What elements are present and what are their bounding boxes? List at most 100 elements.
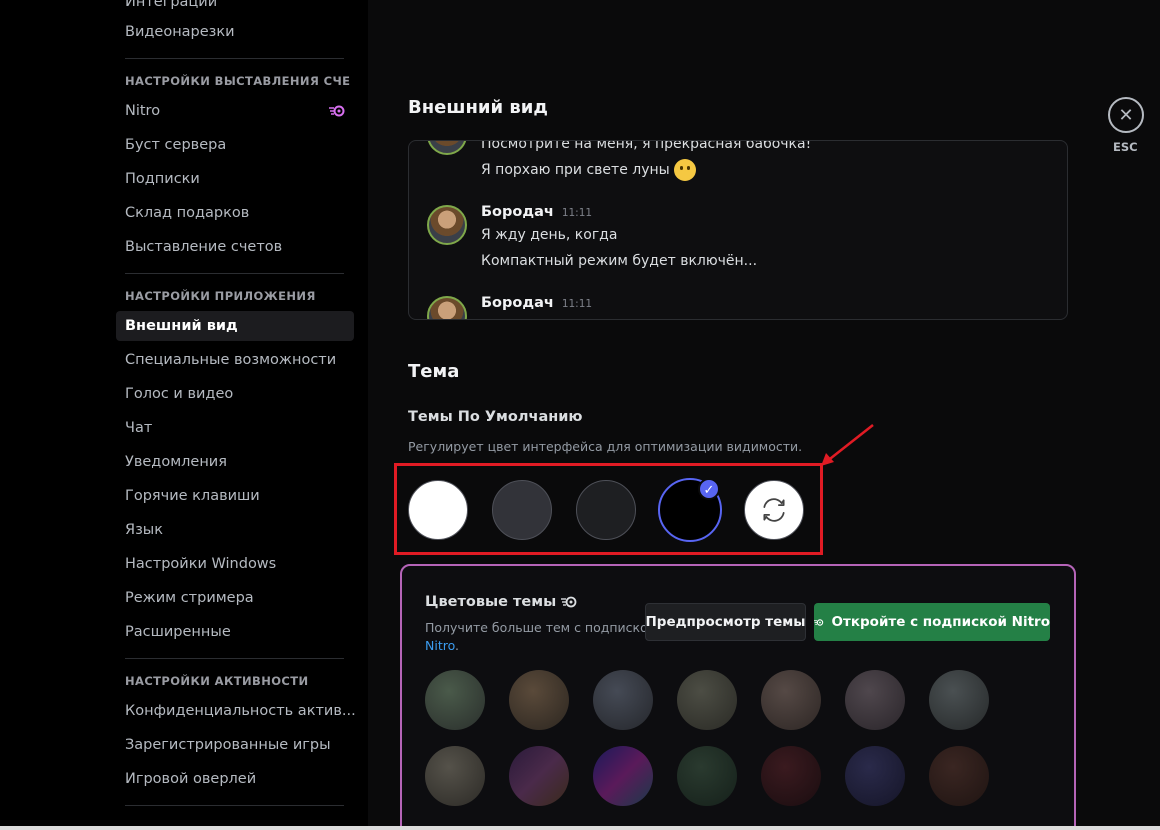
color-theme-swatch[interactable] (593, 746, 653, 806)
unlock-nitro-label: Откройте с подпиской Nitro (831, 614, 1050, 630)
annotation-arrow-icon (821, 424, 874, 466)
sidebar-item-subscriptions[interactable]: Подписки (116, 164, 354, 194)
window-bottom-edge (0, 826, 1160, 830)
avatar (427, 141, 467, 155)
sidebar-item-notifications[interactable]: Уведомления (116, 447, 354, 477)
page-title: Внешний вид (408, 97, 548, 118)
sidebar-item-label: Подписки (125, 171, 200, 187)
theme-section-title: Тема (408, 361, 460, 382)
sidebar-item-label: Буст сервера (125, 137, 227, 153)
color-theme-swatch[interactable] (845, 670, 905, 730)
sidebar-item-label: Расширенные (125, 624, 231, 640)
sidebar-item-label: Интеграции (125, 0, 218, 10)
color-theme-swatch[interactable] (929, 746, 989, 806)
sidebar-item-label: Уведомления (125, 454, 227, 470)
sidebar-item-label: Чат (125, 420, 153, 436)
esc-label: ESC (1113, 140, 1138, 154)
color-theme-swatch[interactable] (929, 670, 989, 730)
sidebar-item-keybinds[interactable]: Горячие клавиши (116, 481, 354, 511)
color-theme-swatch[interactable] (425, 746, 485, 806)
sidebar-header-activity: НАСТРОЙКИ АКТИВНОСТИ (125, 674, 309, 688)
sidebar-item-label: Зарегистрированные игры (125, 737, 331, 753)
sidebar-divider (125, 58, 344, 59)
sidebar-item-clips[interactable]: Видеонарезки (116, 17, 354, 47)
annotation-highlight-box (394, 463, 823, 555)
color-themes-title: Цветовые темы (425, 594, 577, 610)
sidebar-item-label: Nitro (125, 103, 161, 119)
sidebar-divider (125, 658, 344, 659)
settings-app: Интеграции Видеонарезки НАСТРОЙКИ ВЫСТАВ… (0, 0, 1160, 830)
sidebar-item-label: Видеонарезки (125, 24, 235, 40)
preview-theme-button[interactable]: Предпросмотр темы (645, 603, 806, 641)
color-theme-swatch[interactable] (761, 746, 821, 806)
nitro-link-line: Nitro. (425, 638, 459, 653)
default-themes-description: Регулирует цвет интерфейса для оптимизац… (408, 439, 803, 454)
message-line: Посмотрите на меня, я прекрасная бабочка… (481, 140, 812, 152)
color-theme-swatch[interactable] (425, 670, 485, 730)
sidebar-item-registered-games[interactable]: Зарегистрированные игры (116, 730, 354, 760)
sidebar-item-windows-settings[interactable]: Настройки Windows (116, 549, 354, 579)
sidebar-item-streamer-mode[interactable]: Режим стримера (116, 583, 354, 613)
nitro-themes-description: Получите больше тем с подпиской (425, 620, 656, 635)
color-themes-title-text: Цветовые темы (425, 594, 557, 610)
sidebar-item-billing[interactable]: Выставление счетов (116, 232, 354, 262)
color-theme-swatch[interactable] (677, 670, 737, 730)
message-timestamp: 11:11 (561, 298, 593, 310)
sidebar-item-activity-privacy[interactable]: Конфиденциальность актив... (116, 696, 356, 726)
nitro-link[interactable]: Nitro (425, 638, 455, 653)
sidebar-item-integrations[interactable]: Интеграции (116, 0, 354, 17)
message-header: Бородач 11:11 (481, 295, 592, 311)
sidebar-header-billing: НАСТРОЙКИ ВЫСТАВЛЕНИЯ СЧЕТ... (125, 74, 350, 88)
color-theme-swatch[interactable] (761, 670, 821, 730)
close-button[interactable]: ✕ (1108, 97, 1144, 133)
nitro-icon (561, 596, 577, 608)
message-line: Я жду день, когда (481, 227, 618, 243)
sidebar-divider (125, 805, 344, 806)
chat-preview: Посмотрите на меня, я прекрасная бабочка… (408, 140, 1068, 320)
sidebar-item-voice-video[interactable]: Голос и видео (116, 379, 354, 409)
message-author: Бородач (481, 295, 554, 311)
sidebar-header-app: НАСТРОЙКИ ПРИЛОЖЕНИЯ (125, 289, 316, 303)
nitro-themes-panel: Цветовые темы Получите больше тем с подп… (400, 564, 1076, 830)
color-theme-swatch[interactable] (593, 670, 653, 730)
sidebar-item-gift-inventory[interactable]: Склад подарков (116, 198, 354, 228)
close-icon: ✕ (1118, 104, 1134, 126)
sidebar-item-chat[interactable]: Чат (116, 413, 354, 443)
sidebar-item-label: Игровой оверлей (125, 771, 257, 787)
message-timestamp: 11:11 (561, 207, 593, 219)
sidebar-item-advanced[interactable]: Расширенные (116, 617, 354, 647)
message-line: Компактный режим будет включён... (481, 253, 758, 269)
sidebar-item-label: Голос и видео (125, 386, 234, 402)
color-theme-swatch[interactable] (845, 746, 905, 806)
nitro-link-suffix: . (455, 638, 460, 653)
nitro-icon (329, 105, 345, 117)
sidebar-item-label: Горячие клавиши (125, 488, 260, 504)
sidebar-item-server-boost[interactable]: Буст сервера (116, 130, 354, 160)
sidebar-item-label: Склад подарков (125, 205, 250, 221)
nitro-icon (814, 618, 824, 626)
message-author: Бородач (481, 204, 554, 220)
sidebar-item-accessibility[interactable]: Специальные возможности (116, 345, 354, 375)
color-theme-swatch[interactable] (509, 746, 569, 806)
avatar (427, 296, 467, 319)
unlock-nitro-button[interactable]: Откройте с подпиской Nitro (814, 603, 1050, 641)
settings-sidebar: Интеграции Видеонарезки НАСТРОЙКИ ВЫСТАВ… (0, 0, 368, 830)
smile-emoji-icon (673, 159, 696, 181)
sidebar-item-nitro[interactable]: Nitro (116, 96, 354, 126)
sidebar-item-label: Настройки Windows (125, 556, 277, 572)
sidebar-item-label: Язык (125, 522, 163, 538)
message-text: Я порхаю при свете луны (481, 162, 670, 178)
sidebar-item-label: Режим стримера (125, 590, 254, 606)
sidebar-divider (125, 273, 344, 274)
sidebar-item-label: Внешний вид (125, 318, 238, 334)
message-header: Бородач 11:11 (481, 204, 592, 220)
color-theme-swatch[interactable] (509, 670, 569, 730)
message-line: Я порхаю при свете луны (481, 159, 696, 181)
settings-content: Внешний вид Посмотрите на меня, я прекра… (368, 0, 1160, 830)
sidebar-item-game-overlay[interactable]: Игровой оверлей (116, 764, 354, 794)
sidebar-item-appearance[interactable]: Внешний вид (116, 311, 354, 341)
default-themes-label: Темы По Умолчанию (408, 409, 583, 425)
sidebar-item-language[interactable]: Язык (116, 515, 354, 545)
avatar (427, 205, 467, 245)
color-theme-swatch[interactable] (677, 746, 737, 806)
